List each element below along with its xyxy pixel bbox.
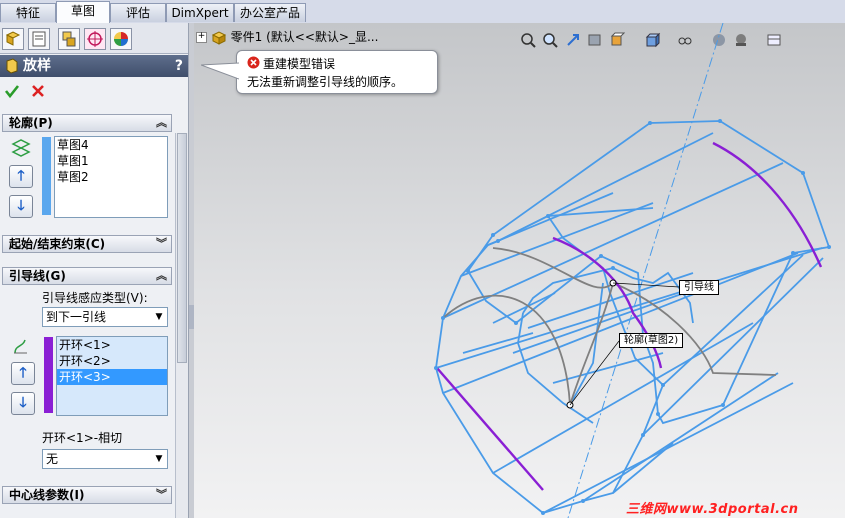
chevron-down-icon[interactable]: ︾ (156, 236, 167, 252)
list-item[interactable]: 草图2 (55, 169, 167, 185)
move-down-button[interactable]: 🡓 (9, 195, 33, 218)
list-item[interactable]: 开环<1> (57, 337, 167, 353)
watermark: 三维网www.3dportal.cn (626, 502, 799, 517)
tab-office-products[interactable]: 办公室产品 (234, 3, 306, 22)
loft-icon (6, 58, 18, 74)
tab-features[interactable]: 特征 (0, 3, 56, 22)
tab-sketch[interactable]: 草图 (56, 1, 110, 23)
move-up-button[interactable]: 🡑 (11, 362, 35, 385)
feature-manager-tab[interactable] (2, 28, 24, 50)
guides-header-label: 引导线(G) (9, 269, 66, 283)
scrollbar-thumb[interactable] (177, 133, 187, 363)
color-wheel-icon (114, 32, 128, 46)
profiles-header-label: 轮廓(P) (9, 116, 53, 130)
error-icon (247, 56, 260, 69)
help-button[interactable]: ? (175, 55, 183, 77)
dropdown-arrow-icon[interactable]: ▼ (151, 308, 167, 326)
list-item[interactable]: 草图4 (55, 137, 167, 153)
dropdown-arrow-icon[interactable]: ▼ (151, 450, 167, 468)
crosshair-icon (87, 31, 103, 47)
tooltip-title: 重建模型错误 (263, 57, 336, 71)
vertical-scrollbar[interactable] (175, 133, 188, 518)
property-manager-header: 放样 ? (0, 55, 188, 77)
list-item[interactable]: 开环<2> (57, 353, 167, 369)
panel-splitter[interactable] (188, 23, 194, 518)
profile-callout[interactable]: 轮廓(草图2) (619, 333, 684, 348)
property-manager: 放样 ? 轮廓(P) ︽ 🡑 🡓 草图4 草图1 草图2 起始/结束约束(C) … (0, 23, 188, 518)
guides-section-body: 引导线感应类型(V): 到下一引线 ▼ 🡑 🡓 开环<1> 开环<2> 开环<3… (2, 285, 172, 477)
configuration-manager-tab[interactable] (58, 28, 80, 50)
wireframe-edges (435, 120, 831, 514)
list-item[interactable]: 草图1 (55, 153, 167, 169)
influence-type-value: 到下一引线 (46, 310, 107, 324)
influence-type-label: 引导线感应类型(V): (42, 291, 148, 305)
guides-list[interactable]: 开环<1> 开环<2> 开环<3> (56, 336, 168, 416)
chevron-up-icon[interactable]: ︽ (156, 268, 167, 284)
centerline-axis (567, 23, 724, 518)
move-down-button[interactable]: 🡓 (11, 392, 35, 415)
guides-section-header[interactable]: 引导线(G) ︽ (2, 267, 172, 285)
start-end-header-label: 起始/结束约束(C) (9, 237, 106, 251)
feature-tree-icon (5, 31, 21, 46)
start-end-section-header[interactable]: 起始/结束约束(C) ︾ (2, 235, 172, 253)
centerline-header-label: 中心线参数(I) (9, 488, 85, 502)
centerline-section-header[interactable]: 中心线参数(I) ︾ (2, 486, 172, 504)
manager-tabs (0, 23, 188, 54)
graphics-area[interactable]: + 零件1 (默认<<默认>_显... 引导线 轮廓(草图2) 三维网www.3… (193, 23, 845, 518)
guide-callout[interactable]: 引导线 (679, 280, 719, 295)
loft-preview-wireframe[interactable] (193, 23, 845, 518)
page-title: 放样 (23, 58, 51, 74)
list-item-selected[interactable]: 开环<3> (57, 369, 167, 385)
tangency-label: 开环<1>-相切 (42, 431, 123, 445)
tab-evaluate[interactable]: 评估 (110, 3, 166, 22)
profile-loft-icon (11, 139, 31, 157)
dimxpert-manager-tab[interactable] (84, 28, 106, 50)
confirmation-bar (0, 77, 188, 105)
chevron-down-icon[interactable]: ︾ (156, 487, 167, 503)
splitter-grip[interactable] (189, 305, 194, 329)
tab-dimxpert[interactable]: DimXpert (166, 3, 234, 22)
display-manager-tab[interactable] (110, 28, 132, 50)
configuration-icon (62, 31, 76, 47)
property-icon (32, 31, 46, 47)
profile-color-bar (42, 137, 51, 215)
profiles-section-header[interactable]: 轮廓(P) ︽ (2, 114, 172, 132)
move-up-button[interactable]: 🡑 (9, 165, 33, 188)
property-manager-tab[interactable] (28, 28, 50, 50)
profiles-list[interactable]: 草图4 草图1 草图2 (54, 136, 168, 218)
rebuild-error-tooltip: 重建模型错误 无法重新调整引导线的顺序。 (201, 50, 438, 94)
guide-color-bar (44, 337, 53, 413)
tangency-select[interactable]: 无 ▼ (42, 449, 168, 469)
check-icon[interactable] (4, 83, 20, 99)
profiles-section-body: 🡑 🡓 草图4 草图1 草图2 (2, 132, 172, 229)
tooltip-message: 无法重新调整引导线的顺序。 (247, 75, 404, 89)
tooltip-pointer (201, 62, 239, 80)
guide-curve-icon (14, 339, 27, 354)
x-icon[interactable] (30, 83, 46, 99)
influence-type-select[interactable]: 到下一引线 ▼ (42, 307, 168, 327)
chevron-up-icon[interactable]: ︽ (156, 115, 167, 131)
tangency-value: 无 (46, 452, 59, 466)
command-manager-tabs: 特征 草图 评估 DimXpert 办公室产品 (0, 0, 845, 24)
